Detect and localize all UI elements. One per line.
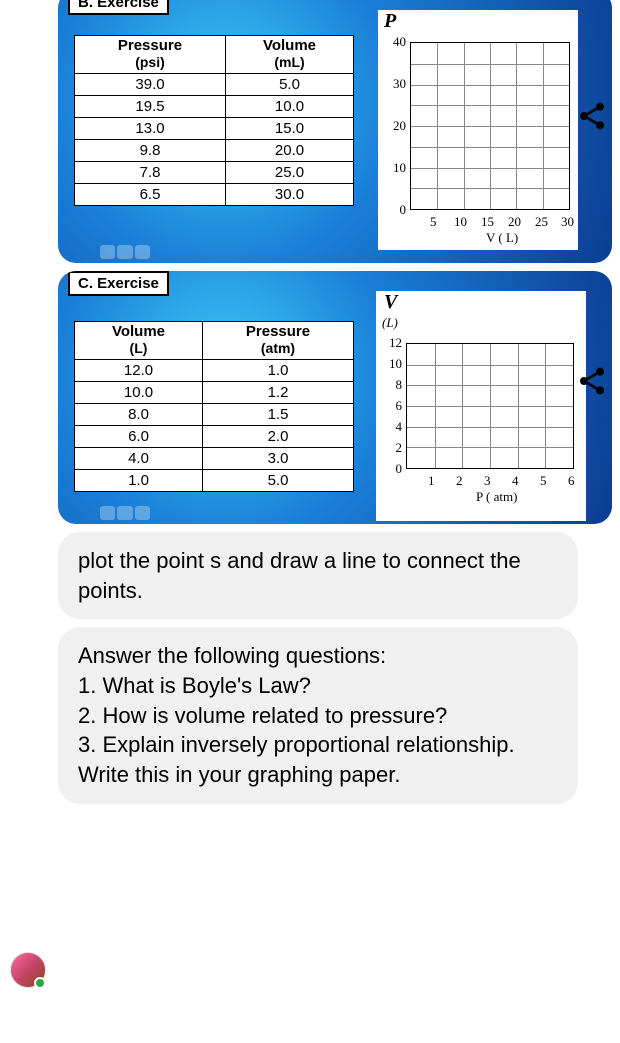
table-row: 1.05.0	[75, 470, 354, 492]
table-row: 7.825.0	[75, 162, 354, 184]
exercise-c-card: C. Exercise Volume(L) Pressure(atm) 12.0…	[58, 271, 612, 524]
exercise-c-chart: V (L) 12 10 8 6 4 2 0 1 2 3 4 5 6 P ( at…	[376, 291, 586, 521]
chart-grid	[410, 42, 570, 210]
table-row: 13.015.0	[75, 118, 354, 140]
table-row: 19.510.0	[75, 96, 354, 118]
presence-indicator	[34, 977, 46, 989]
chart-grid	[406, 343, 574, 469]
x-axis-label: P ( atm)	[476, 489, 517, 505]
table-row: 8.01.5	[75, 404, 354, 426]
exercise-b-card: B. Exercise Pressure(psi) Volume(mL) 39.…	[58, 0, 612, 263]
x-axis-label: V ( L)	[486, 230, 518, 246]
share-icon[interactable]	[576, 100, 608, 132]
exercise-b-tab: B. Exercise	[68, 0, 169, 15]
table-row: 4.03.0	[75, 448, 354, 470]
exercise-b-chart: P 40 30 20 10 0 5 10 15 20 25 30 V ( L)	[378, 10, 578, 250]
message-bubble[interactable]: Answer the following questions: 1. What …	[58, 627, 578, 803]
table-row: 39.05.0	[75, 74, 354, 96]
table-row: 9.820.0	[75, 140, 354, 162]
y-axis-unit: (L)	[382, 315, 398, 331]
message-bubble[interactable]: plot the point s and draw a line to conn…	[58, 532, 578, 619]
col-header: Volume(L)	[75, 322, 203, 360]
table-row: 6.530.0	[75, 184, 354, 206]
col-header: Volume(mL)	[225, 36, 353, 74]
table-row: 6.02.0	[75, 426, 354, 448]
exercise-c-tab: C. Exercise	[68, 271, 169, 296]
exercise-c-table: Volume(L) Pressure(atm) 12.01.0 10.01.2 …	[74, 321, 354, 492]
exercise-b-table: Pressure(psi) Volume(mL) 39.05.0 19.510.…	[74, 35, 354, 206]
y-axis-label: P	[384, 10, 396, 33]
table-row: 10.01.2	[75, 382, 354, 404]
col-header: Pressure(psi)	[75, 36, 226, 74]
table-row: 12.01.0	[75, 360, 354, 382]
share-icon[interactable]	[576, 365, 608, 397]
y-axis-label: V	[384, 291, 397, 314]
decoration	[100, 506, 150, 520]
col-header: Pressure(atm)	[203, 322, 354, 360]
decoration	[100, 245, 150, 259]
